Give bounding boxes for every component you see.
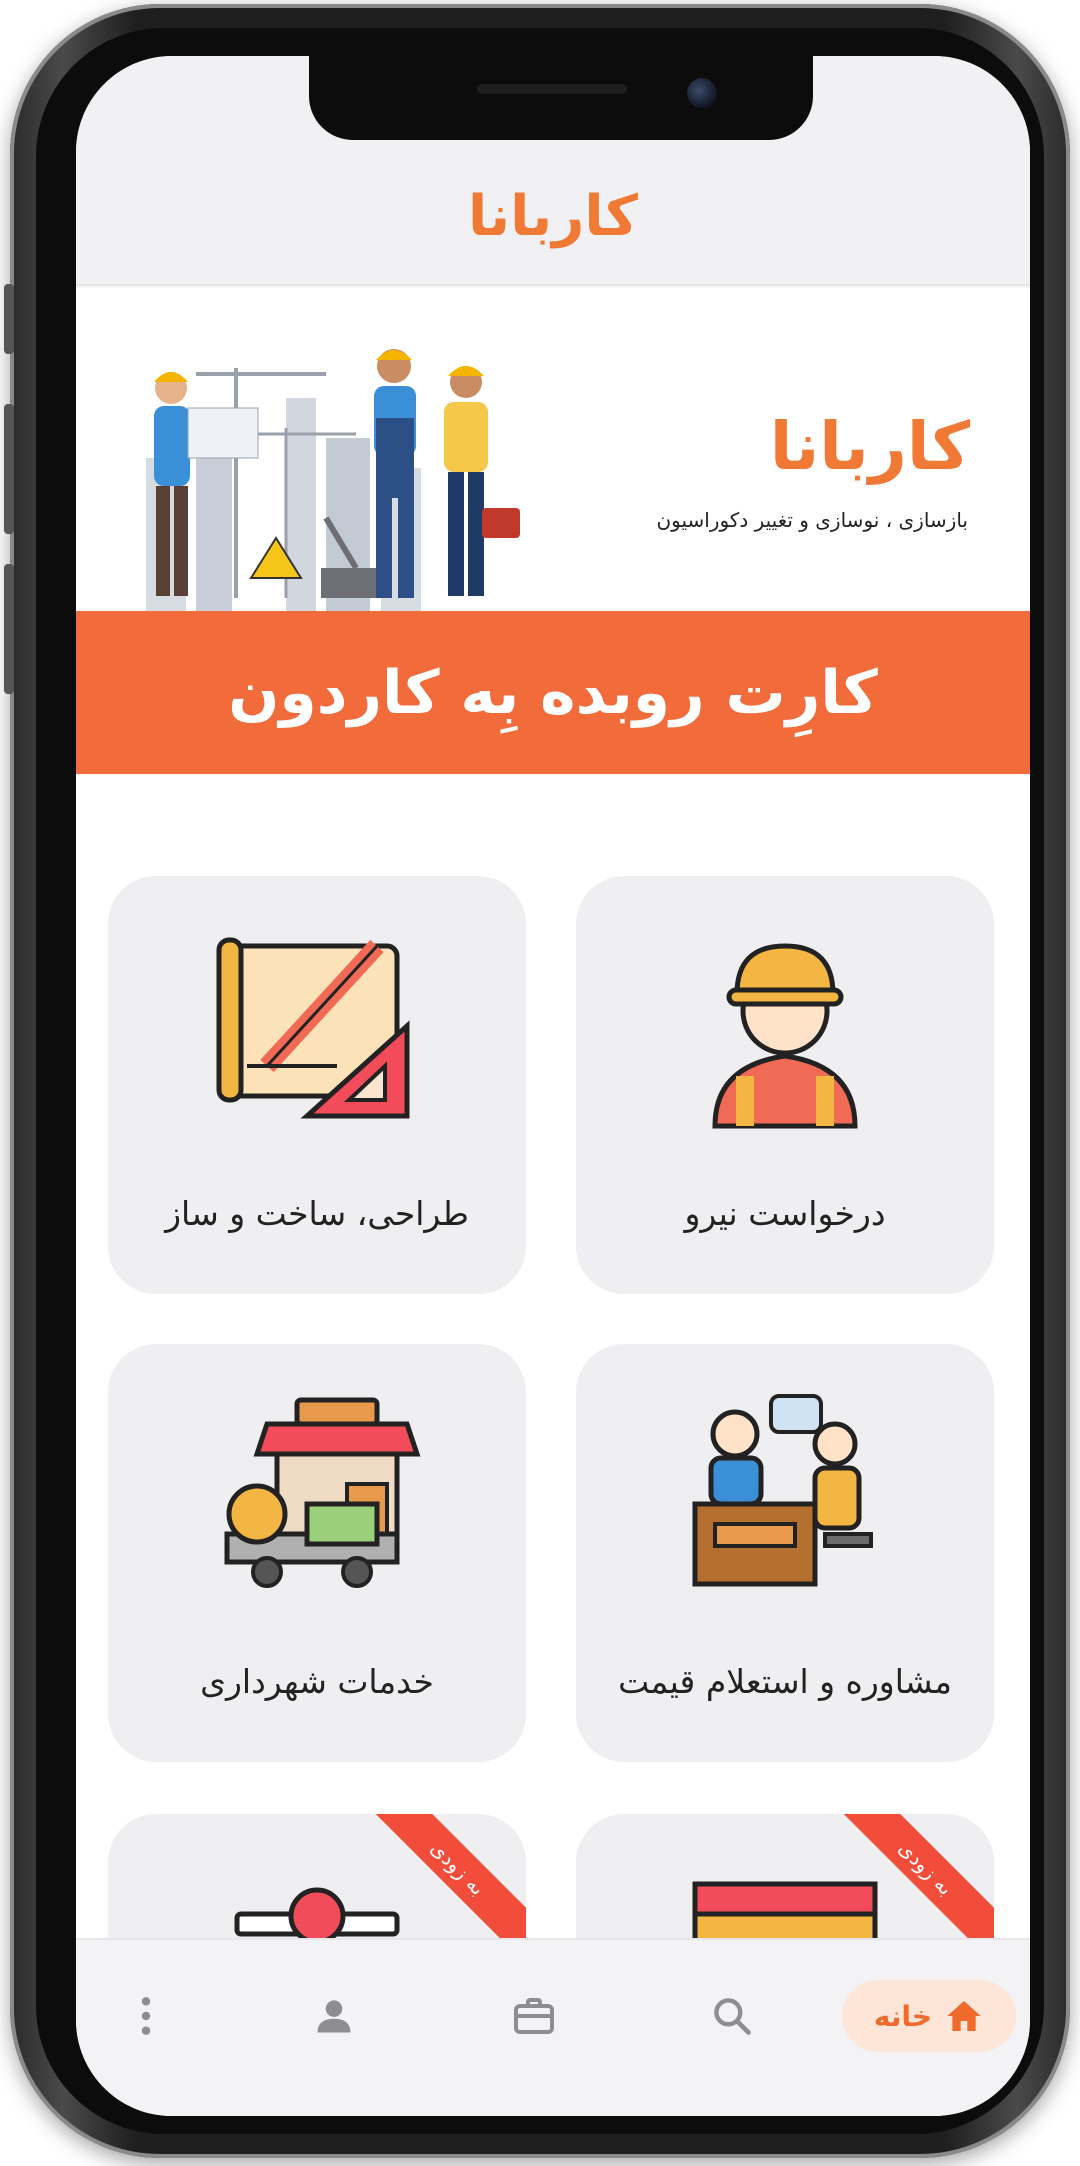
municipal-services-icon [224,1397,421,1588]
app-logo: کاربانا [76,184,1030,249]
nav-more-button[interactable] [116,1980,176,2052]
speaker-grille [477,84,627,94]
slogan-strip: کارِت روبده بِه کاردون [76,611,1030,775]
construction-workers-illustration [146,349,520,618]
service-card-municipal-services[interactable]: خدمات شهرداری [108,1344,526,1762]
services-grid: درخواست نیرو طراحی، ساخت و ساز مشاوره و … [76,774,1030,2116]
service-card-request-workforce[interactable]: درخواست نیرو [576,876,994,1294]
more-icon [141,1997,151,2035]
service-card-design-construction[interactable]: طراحی، ساخت و ساز [108,876,526,1294]
mute-switch [4,284,14,354]
bottom-navigation: خانه [76,1938,1030,2116]
blueprint-icon [216,937,410,1119]
service-label: طراحی، ساخت و ساز [165,1194,469,1233]
promo-banner[interactable]: کاربانا بازسازی ، نوسازی و تغییر دکوراسی… [76,288,1030,666]
service-label: مشاوره و استعلام قیمت [618,1662,952,1701]
app-screen: کاربانا کاربانا بازسازی ، نوسازی و تغییر… [76,56,1030,2116]
slogan-text: کارِت روبده بِه کاردون [228,658,878,728]
banner-logo: کاربانا [769,408,970,485]
profile-icon [317,2000,351,2033]
nav-services-button[interactable] [498,1980,570,2052]
notch [309,56,813,140]
service-card-consultation[interactable]: مشاوره و استعلام قیمت [576,1344,994,1762]
volume-up-button [4,404,14,534]
app-logo-text: کاربانا [468,184,638,249]
nav-home-label: خانه [873,1999,933,2033]
service-label: درخواست نیرو [684,1194,886,1233]
search-icon [714,1998,751,2035]
nav-home-button[interactable]: خانه [842,1980,1016,2052]
service-label: خدمات شهرداری [200,1662,434,1701]
worker-icon [712,943,858,1129]
nav-search-button[interactable] [696,1980,768,2052]
consultation-icon [692,1394,873,1587]
home-icon [947,2001,981,2031]
nav-profile-button[interactable] [298,1980,370,2052]
banner-tagline: بازسازی ، نوسازی و تغییر دکوراسیون [656,508,968,532]
front-camera [687,78,717,108]
volume-down-button [4,564,14,694]
briefcase-icon [514,1998,554,2034]
phone-frame: کاربانا کاربانا بازسازی ، نوسازی و تغییر… [4,4,1070,2158]
